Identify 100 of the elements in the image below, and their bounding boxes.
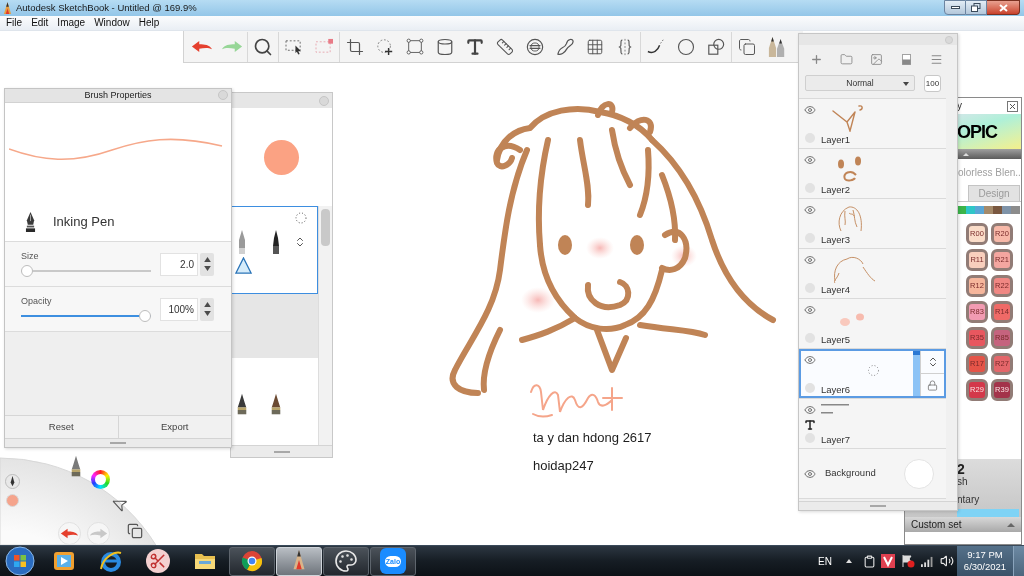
- slider-thumb[interactable]: [139, 309, 151, 322]
- menu-item[interactable]: Help: [138, 18, 160, 28]
- custom-set-header[interactable]: Custom set: [905, 517, 1021, 532]
- copy-icon[interactable]: [738, 37, 756, 56]
- scrollbar-thumb[interactable]: [321, 209, 331, 246]
- layer-item[interactable]: Layer2: [799, 149, 946, 199]
- merge-layer-icon[interactable]: [901, 53, 911, 65]
- up-arrow-icon[interactable]: [203, 302, 211, 308]
- layer-item[interactable]: Layer5: [799, 299, 946, 349]
- search-icon[interactable]: [253, 36, 273, 57]
- caret-icon[interactable]: [1007, 522, 1015, 527]
- clipboard-icon[interactable]: [863, 554, 876, 568]
- scrollbar[interactable]: [318, 206, 332, 445]
- speaker-icon[interactable]: [940, 554, 954, 568]
- reset-button[interactable]: Reset: [5, 416, 118, 438]
- visibility-eye-icon[interactable]: [804, 354, 816, 366]
- undo-icon[interactable]: [58, 522, 81, 545]
- export-button[interactable]: Export: [117, 416, 231, 438]
- layer-item[interactable]: Layer6: [799, 349, 946, 399]
- background-color-swatch[interactable]: [904, 458, 934, 489]
- blend-mode-dropdown[interactable]: Normal: [805, 75, 915, 91]
- up-arrow-icon[interactable]: [203, 257, 211, 263]
- slider-track[interactable]: [21, 264, 151, 277]
- show-hidden-icons-caret[interactable]: [846, 559, 852, 563]
- curve-line-icon[interactable]: [647, 37, 665, 56]
- taskbar-button[interactable]: [229, 546, 275, 576]
- stepper[interactable]: [200, 297, 214, 321]
- triangle-icon[interactable]: [235, 257, 252, 274]
- ellipse-guide-icon[interactable]: [526, 37, 544, 56]
- value-field[interactable]: 2.0: [160, 252, 198, 276]
- close-button[interactable]: [1007, 100, 1018, 112]
- shapes-icon[interactable]: [707, 37, 725, 56]
- layer-item[interactable]: Layer1: [799, 99, 946, 149]
- visibility-eye-icon[interactable]: [804, 104, 816, 116]
- clock[interactable]: 9:17 PM 6/30/2021: [957, 546, 1013, 576]
- image-icon[interactable]: [869, 52, 883, 66]
- lock-icon[interactable]: [927, 379, 938, 391]
- bucket-icon[interactable]: [436, 37, 454, 56]
- dotted-circle-icon[interactable]: [295, 212, 307, 224]
- signal-icon[interactable]: [920, 555, 933, 567]
- color-wheel-icon[interactable]: [91, 470, 110, 489]
- visibility-eye-icon[interactable]: [804, 467, 816, 480]
- color-swatch[interactable]: [993, 205, 1002, 214]
- v-letter-icon[interactable]: [881, 554, 895, 568]
- text-tool-icon[interactable]: [465, 36, 485, 57]
- media-player-icon[interactable]: [52, 549, 76, 573]
- color-swatch[interactable]: [1011, 205, 1020, 214]
- restore-button[interactable]: [966, 0, 987, 15]
- french-curve-icon[interactable]: [555, 37, 575, 56]
- visibility-eye-icon[interactable]: [804, 304, 816, 316]
- value-field[interactable]: 100%: [160, 297, 198, 321]
- opacity-field[interactable]: 100: [924, 75, 941, 92]
- menu-item[interactable]: Edit: [31, 18, 49, 28]
- symmetry-icon[interactable]: [616, 37, 634, 56]
- visibility-eye-icon[interactable]: [804, 154, 816, 166]
- menu-item[interactable]: Image: [57, 18, 86, 28]
- layer-item[interactable]: Background: [799, 449, 946, 499]
- transform-icon[interactable]: [376, 37, 394, 56]
- distort-icon[interactable]: [406, 37, 424, 56]
- scissors-icon[interactable]: [146, 549, 170, 573]
- browser-icon[interactable]: [240, 549, 264, 573]
- flag-alert-icon[interactable]: [901, 554, 915, 568]
- selection-icon[interactable]: [284, 38, 304, 55]
- current-color-swatch[interactable]: [264, 139, 299, 175]
- browser-icon[interactable]: [99, 549, 123, 573]
- stepper[interactable]: [200, 252, 214, 276]
- language-indicator[interactable]: EN: [818, 553, 832, 569]
- layer-opacity-bar[interactable]: [913, 351, 920, 396]
- start-button[interactable]: [5, 546, 35, 576]
- brushes-icon[interactable]: [768, 36, 786, 57]
- slider-thumb[interactable]: [21, 264, 33, 277]
- color-swatch[interactable]: [1002, 205, 1011, 214]
- caret-icon[interactable]: [963, 152, 969, 156]
- up-down-arrows-icon[interactable]: [294, 236, 306, 248]
- color-swatch[interactable]: [975, 205, 984, 214]
- brush-tip-icon[interactable]: [236, 392, 248, 415]
- layer-item[interactable]: Layer7: [799, 399, 946, 449]
- menu-item[interactable]: File: [6, 18, 23, 28]
- taskbar-button[interactable]: [323, 546, 369, 576]
- crop-icon[interactable]: [346, 37, 364, 56]
- undo-icon[interactable]: [191, 40, 213, 53]
- copy-icon[interactable]: [127, 523, 143, 539]
- brush-tip-icon[interactable]: [271, 230, 281, 254]
- close-button[interactable]: [987, 0, 1020, 15]
- visibility-eye-icon[interactable]: [804, 254, 816, 266]
- color-swatch[interactable]: [966, 205, 975, 214]
- layer-item[interactable]: Layer3: [799, 199, 946, 249]
- resize-grip[interactable]: [273, 450, 290, 453]
- show-desktop-button[interactable]: [1013, 546, 1024, 576]
- brush-tip-icon[interactable]: [270, 392, 282, 415]
- dashed-rectangle-icon[interactable]: [314, 38, 334, 55]
- menu-icon[interactable]: [929, 52, 943, 66]
- down-arrow-icon[interactable]: [203, 310, 211, 316]
- layer-item[interactable]: Layer4: [799, 249, 946, 299]
- palette-icon[interactable]: [334, 549, 358, 573]
- ellipse-icon[interactable]: [677, 37, 695, 56]
- down-arrow-icon[interactable]: [203, 265, 211, 271]
- perspective-grid-icon[interactable]: [586, 37, 604, 56]
- add-layer-icon[interactable]: [809, 52, 823, 66]
- visibility-eye-icon[interactable]: [804, 204, 816, 216]
